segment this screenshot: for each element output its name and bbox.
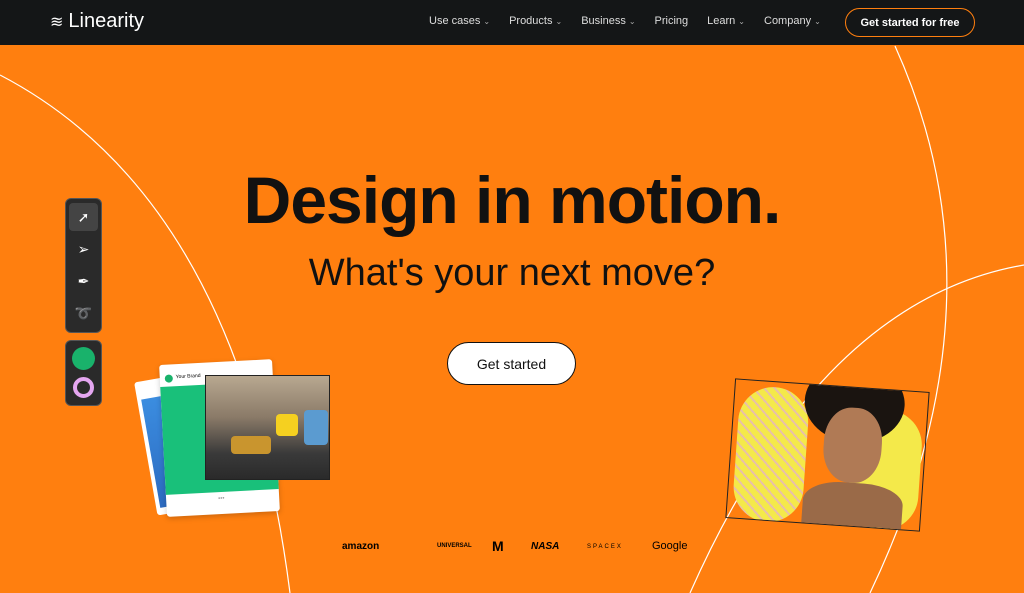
chevron-down-icon: ⌄ <box>738 17 745 26</box>
card-brand: Your Brand <box>175 372 201 381</box>
team-photo[interactable] <box>205 375 330 480</box>
card-footer: ••• <box>218 495 225 503</box>
nav-menu: Use cases ⌄ Products ⌄ Business ⌄ Pricing L… <box>429 15 821 27</box>
direct-select-icon[interactable]: ➢ <box>69 235 98 263</box>
logo-spacex: SPACEX <box>587 544 623 550</box>
logo-mcdonalds: M <box>492 538 504 554</box>
nav-item-pricing[interactable]: Pricing <box>655 15 689 27</box>
get-started-button[interactable]: Get started <box>447 342 576 385</box>
brand-name: Linearity <box>68 10 145 32</box>
fill-color-swatch[interactable] <box>72 347 95 370</box>
chevron-down-icon: ⌄ <box>814 17 821 26</box>
chevron-down-icon: ⌄ <box>555 17 563 26</box>
color-palette <box>65 340 102 406</box>
get-started-free-button[interactable]: Get started for free <box>845 8 975 37</box>
nav-item-use-cases[interactable]: Use cases ⌄ <box>429 15 490 27</box>
chevron-down-icon: ⌄ <box>483 17 491 26</box>
chevron-down-icon: ⌄ <box>628 17 636 26</box>
logo-nasa: NASA <box>531 541 560 552</box>
hero-subtitle: What's your next move? <box>308 252 716 294</box>
nav-item-products[interactable]: Products ⌄ <box>509 15 562 27</box>
logo-google: Google <box>652 540 688 552</box>
lasso-icon[interactable]: ➰ <box>69 299 98 327</box>
stroke-color-swatch[interactable] <box>73 377 94 398</box>
nav-item-company[interactable]: Company ⌄ <box>764 15 821 27</box>
top-nav: ≋ Linearity Use cases ⌄ Products ⌄ Business… <box>0 0 1024 45</box>
hero-title: Design in motion. <box>243 163 782 237</box>
logo-amazon: amazon <box>342 541 380 552</box>
nav-item-learn[interactable]: Learn ⌄ <box>707 15 745 27</box>
nav-item-business[interactable]: Business ⌄ <box>581 15 635 27</box>
portrait-illustration[interactable] <box>725 378 930 532</box>
selection-arrow-icon[interactable]: ➚ <box>69 203 98 231</box>
pen-icon[interactable]: ✒ <box>69 267 98 295</box>
linearity-logo-icon: ≋ <box>50 13 64 31</box>
logo-universal: UNIVERSAL <box>437 543 472 549</box>
brand-logo[interactable]: ≋ Linearity <box>50 10 144 33</box>
tool-palette: ➚ ➢ ✒ ➰ <box>65 198 102 333</box>
